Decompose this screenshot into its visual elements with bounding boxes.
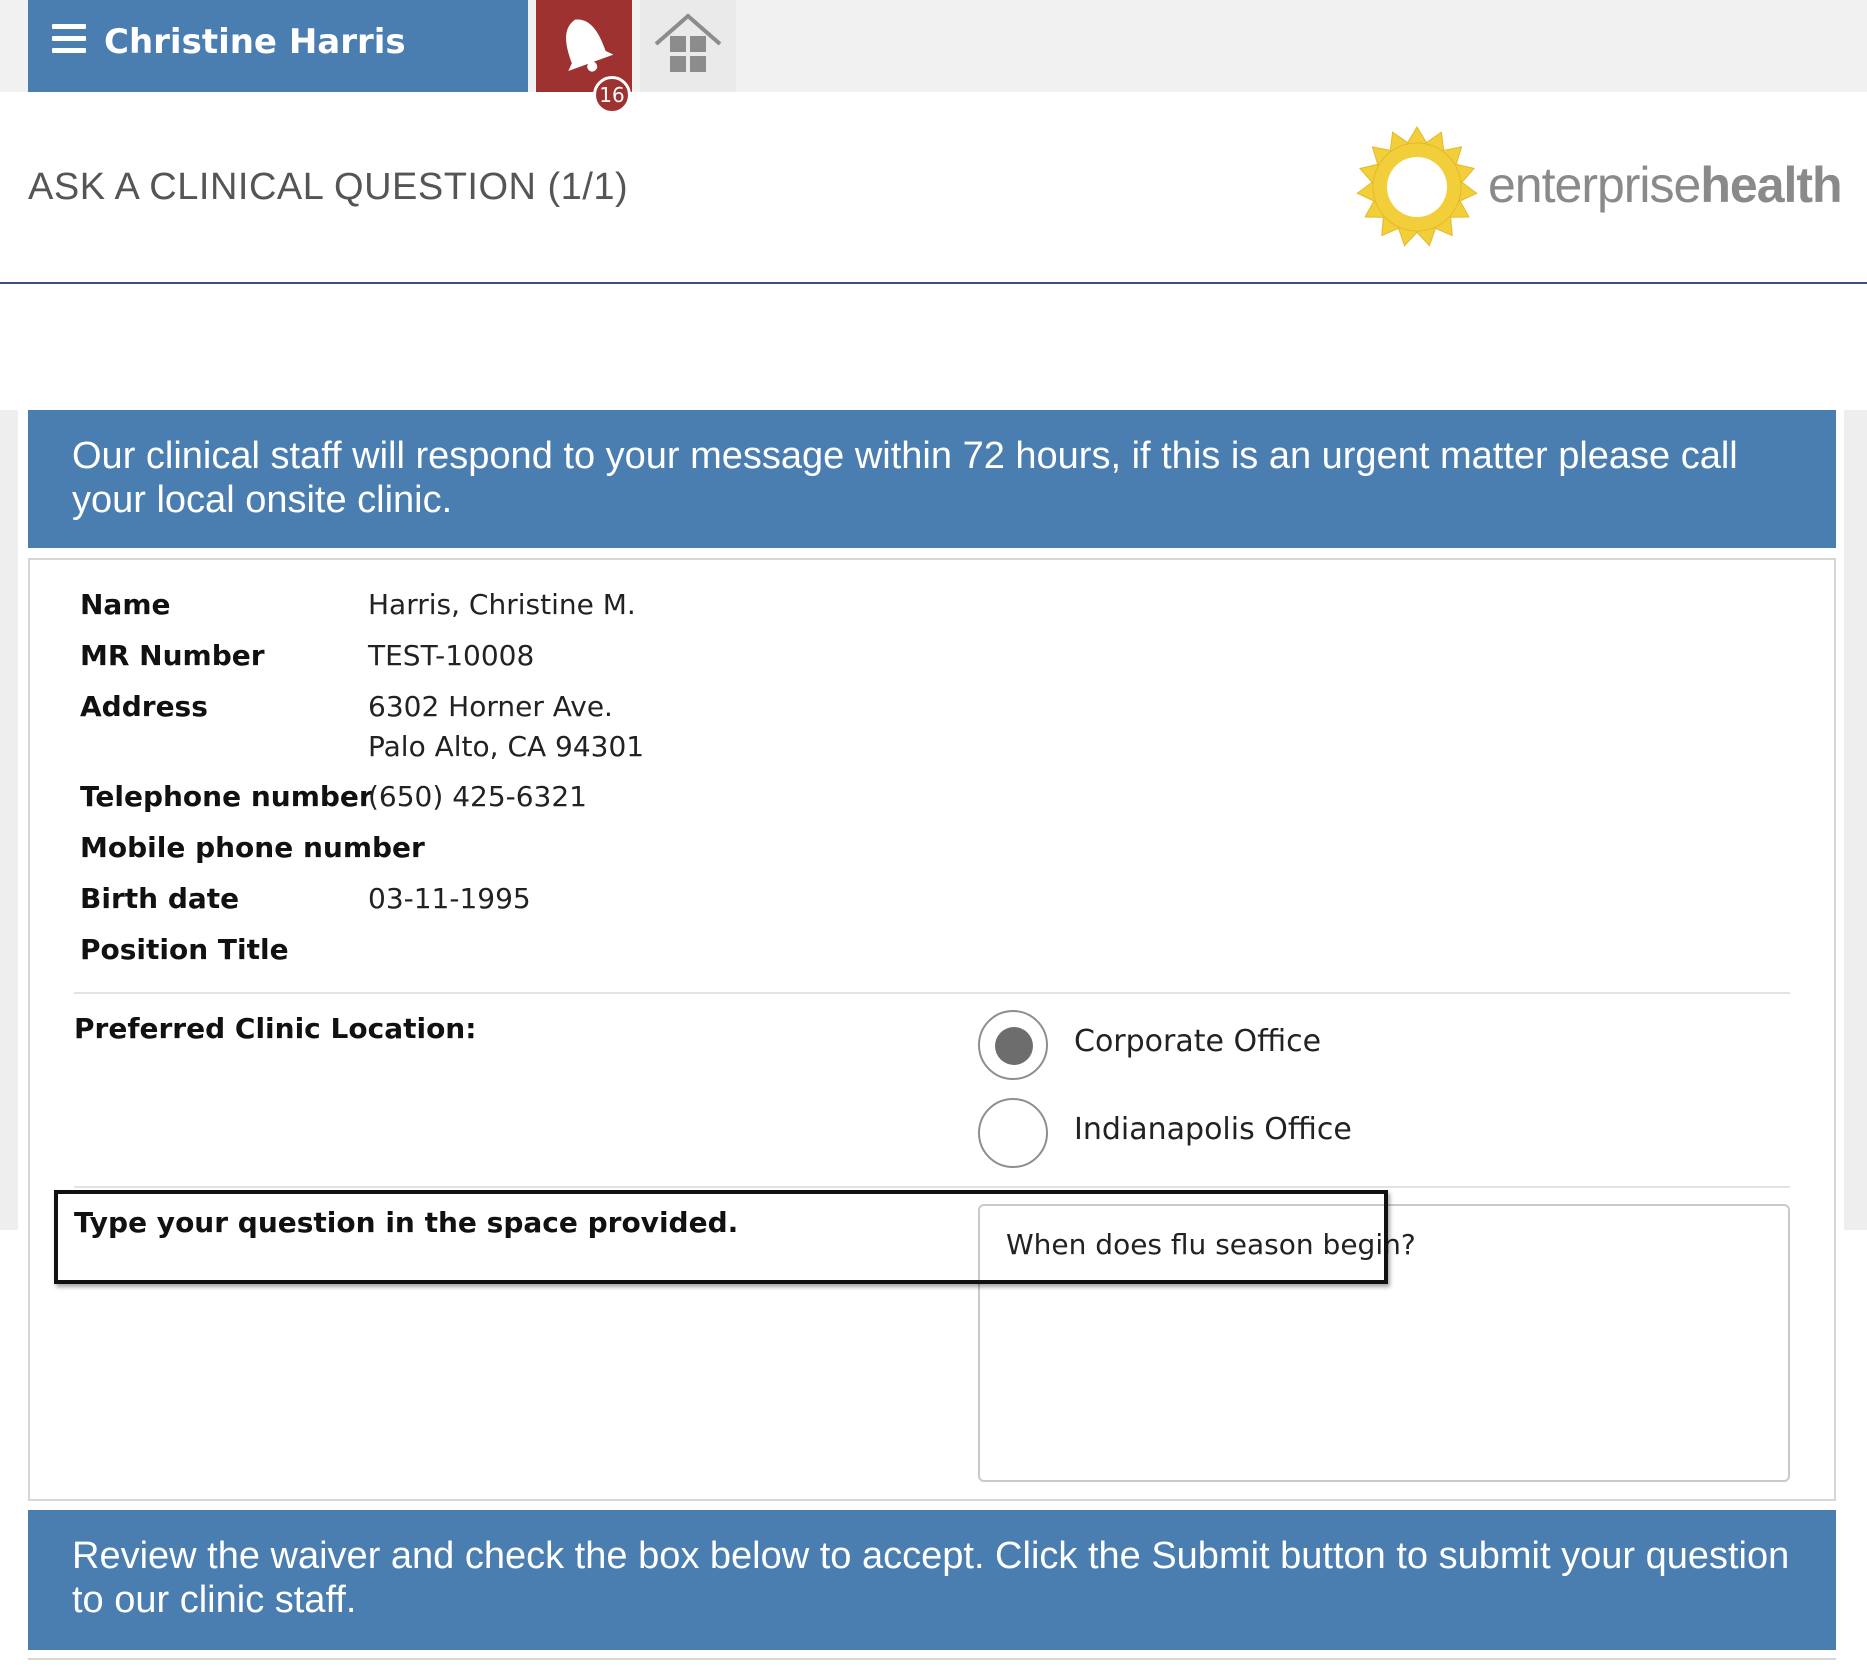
waiver-text: Review the waiver and check the box belo… bbox=[72, 1535, 1790, 1621]
enterprise-health-logo: enterprisehealth bbox=[1352, 122, 1852, 252]
mr-number-value: TEST-10008 bbox=[368, 639, 535, 672]
address-line1: 6302 Horner Ave. bbox=[368, 690, 613, 723]
logo-wordmark: enterprisehealth bbox=[1488, 156, 1843, 214]
birth-date-value: 03-11-1995 bbox=[368, 882, 531, 915]
section-divider bbox=[74, 1186, 1790, 1188]
left-edge-panel bbox=[0, 410, 18, 1230]
radio-corporate-office[interactable] bbox=[978, 1010, 1048, 1080]
notice-text: Our clinical staff will respond to your … bbox=[72, 435, 1738, 521]
position-title-label: Position Title bbox=[80, 933, 289, 966]
question-text: When does flu season begin? bbox=[1006, 1228, 1416, 1261]
mobile-phone-label: Mobile phone number bbox=[80, 831, 425, 864]
notice-banner: Our clinical staff will respond to your … bbox=[28, 410, 1836, 548]
waiver-box-edge bbox=[28, 1658, 1836, 1660]
radio-selected-dot bbox=[995, 1027, 1033, 1065]
clinic-location-label: Preferred Clinic Location: bbox=[74, 1012, 477, 1045]
user-name: Christine Harris bbox=[104, 22, 406, 62]
waiver-banner: Review the waiver and check the box belo… bbox=[28, 1510, 1836, 1650]
header-divider bbox=[0, 282, 1867, 284]
name-value: Harris, Christine M. bbox=[368, 588, 636, 621]
section-divider bbox=[74, 992, 1790, 994]
question-textarea[interactable]: When does flu season begin? bbox=[978, 1204, 1790, 1482]
radio-label-corporate-office[interactable]: Corporate Office bbox=[1074, 1024, 1321, 1059]
mr-number-label: MR Number bbox=[80, 639, 265, 672]
notification-count-badge[interactable]: 16 bbox=[593, 76, 631, 114]
header-strip bbox=[744, 0, 1867, 92]
logo-text-bold: health bbox=[1700, 157, 1842, 213]
telephone-label: Telephone number bbox=[80, 780, 373, 813]
home-icon bbox=[654, 13, 722, 72]
telephone-value: (650) 425-6321 bbox=[368, 780, 587, 813]
radio-indianapolis-office[interactable] bbox=[978, 1098, 1048, 1168]
home-button[interactable] bbox=[640, 0, 736, 92]
address-label: Address bbox=[80, 690, 208, 723]
name-label: Name bbox=[80, 588, 171, 621]
radio-label-indianapolis-office[interactable]: Indianapolis Office bbox=[1074, 1112, 1352, 1147]
birth-date-label: Birth date bbox=[80, 882, 240, 915]
logo-text-light: enterprise bbox=[1488, 157, 1701, 213]
address-line2: Palo Alto, CA 94301 bbox=[368, 730, 645, 763]
right-edge-panel bbox=[1844, 410, 1867, 1230]
page-title: ASK A CLINICAL QUESTION (1/1) bbox=[28, 166, 629, 208]
user-menu-button[interactable]: Christine Harris bbox=[28, 0, 528, 92]
question-label: Type your question in the space provided… bbox=[74, 1206, 739, 1239]
hamburger-icon[interactable] bbox=[52, 24, 86, 54]
sun-logo-icon bbox=[1356, 126, 1478, 247]
